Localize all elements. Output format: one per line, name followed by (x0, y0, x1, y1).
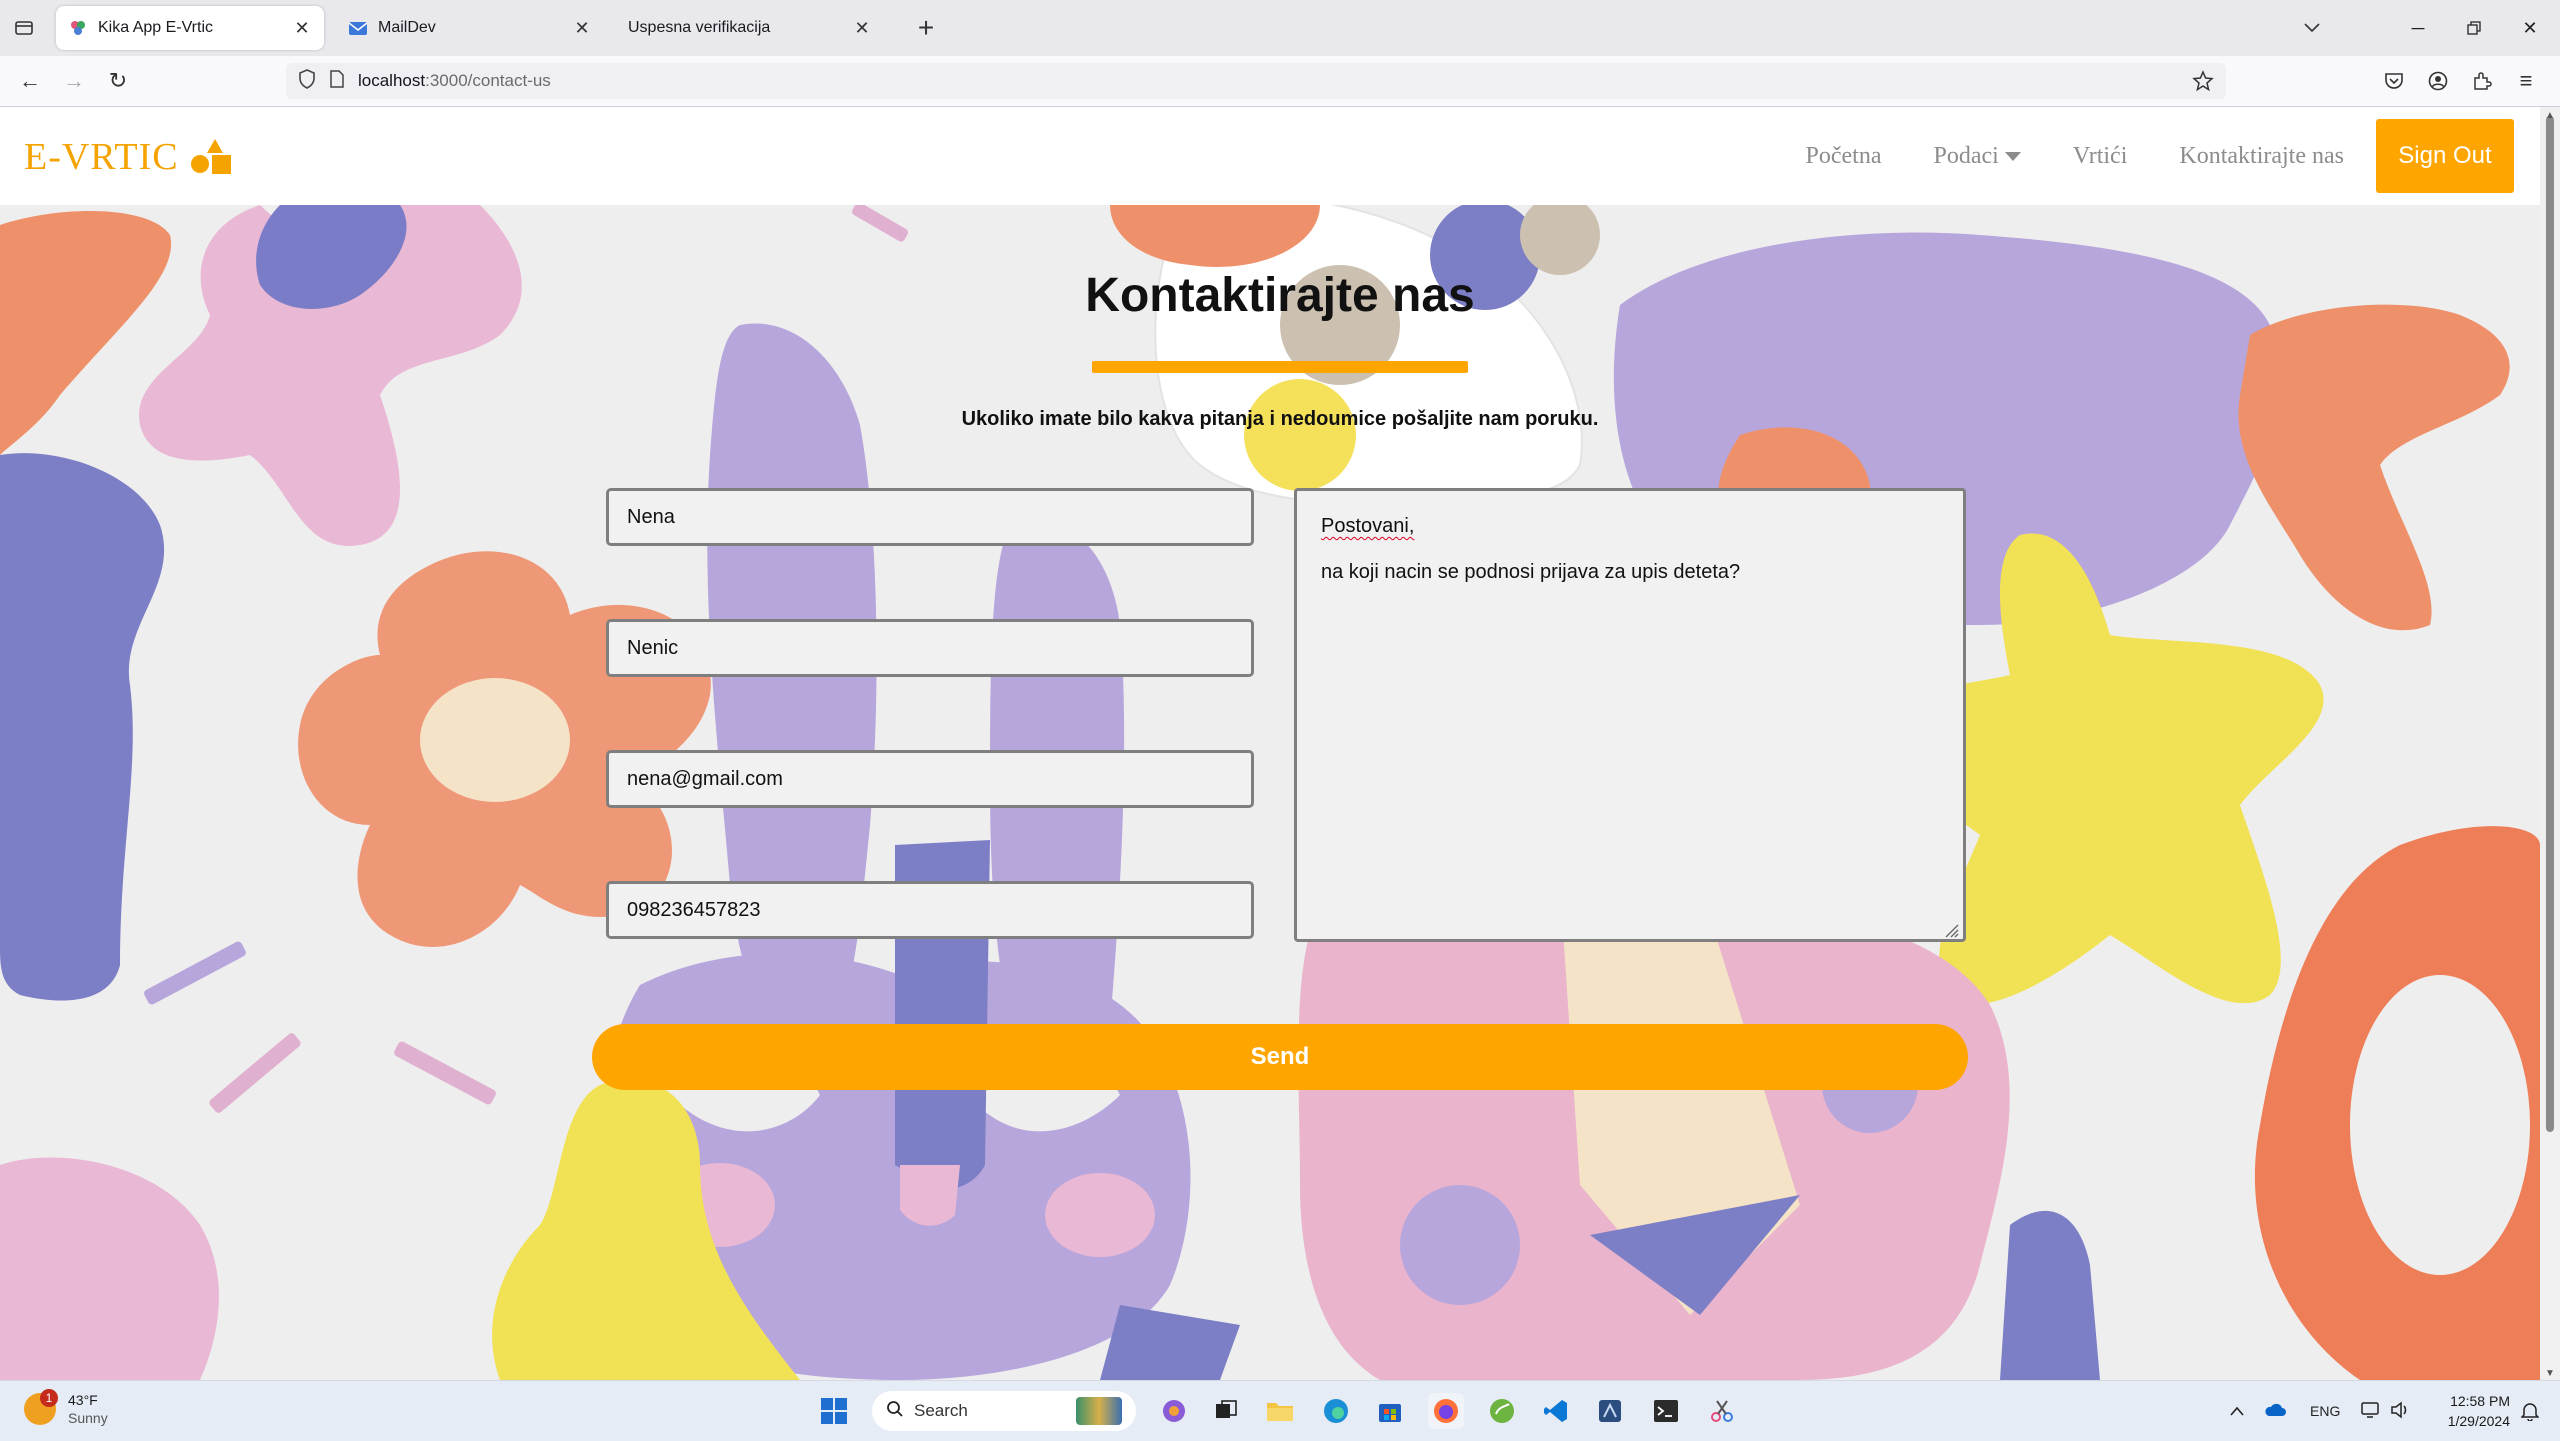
clock-date: 1/29/2024 (2447, 1413, 2510, 1429)
tab-maildev[interactable]: MailDev ✕ (336, 6, 604, 50)
weather-temp: 43°F (68, 1392, 98, 1408)
flower-icon (68, 18, 88, 38)
system-tray: ENG (2230, 1381, 2410, 1441)
scroll-up-icon[interactable]: ▲ (2543, 110, 2557, 121)
windows-start-icon[interactable] (816, 1393, 852, 1429)
restore-icon[interactable] (2454, 10, 2494, 46)
address-bar[interactable]: localhost:3000/contact-us (286, 63, 2226, 99)
close-tab-icon[interactable]: ✕ (852, 18, 872, 38)
title-underline (1092, 361, 1468, 373)
spring-tool-icon[interactable] (1484, 1393, 1520, 1429)
edge-browser-icon[interactable] (1318, 1393, 1354, 1429)
minimize-icon[interactable]: ─ (2398, 10, 2438, 46)
page-subtitle: Ukoliko imate bilo kakva pitanja i nedou… (961, 408, 1599, 430)
taskbar-clock[interactable]: 12:58 PM 1/29/2024 (2430, 1391, 2510, 1431)
tab-overflow-chevron-icon[interactable] (2292, 10, 2332, 46)
firefox-icon[interactable] (1428, 1393, 1464, 1429)
tab-list-icon[interactable] (10, 14, 38, 42)
tab-uspesna-verifikacija[interactable]: Uspesna verifikacija ✕ (616, 6, 884, 50)
scroll-down-icon[interactable]: ▼ (2543, 1368, 2557, 1379)
weather-widget[interactable]: 1 43°F Sunny (24, 1389, 108, 1427)
back-icon[interactable]: ← (16, 67, 44, 95)
language-indicator[interactable]: ENG (2310, 1403, 2340, 1419)
message-line-1: Postovani, (1321, 515, 1415, 537)
site-logo[interactable]: E-VRTIC (24, 135, 233, 179)
nav-home[interactable]: Početna (1806, 143, 1882, 170)
tab-title: MailDev (378, 19, 436, 36)
taskbar-search[interactable]: Search (872, 1391, 1136, 1431)
site-header: E-VRTIC Početna Podaci Vrtići Kontaktira… (0, 107, 2540, 205)
pocket-icon[interactable] (2380, 67, 2408, 95)
forward-icon[interactable]: → (60, 67, 88, 95)
onedrive-icon[interactable] (2264, 1402, 2286, 1421)
search-label: Search (914, 1401, 968, 1420)
first-name-input[interactable]: Nena (606, 488, 1254, 546)
caret-down-icon (2004, 151, 2021, 161)
notification-bell-icon[interactable] (2512, 1393, 2548, 1429)
search-icon (886, 1400, 904, 1423)
new-tab-icon[interactable]: + (910, 12, 942, 44)
network-icon[interactable] (2360, 1401, 2380, 1422)
sql-server-icon[interactable] (1592, 1393, 1628, 1429)
logo-text: E-VRTIC (24, 136, 179, 178)
url-host: localhost (358, 71, 426, 90)
browser-nav-bar: ← → ↻ localhost:3000/contact-us ≡ (0, 56, 2560, 107)
nav-data-label: Podaci (1933, 142, 1999, 169)
snipping-tool-icon[interactable] (1704, 1393, 1740, 1429)
nav-data-dropdown[interactable]: Podaci (1934, 143, 2021, 170)
volume-icon[interactable] (2390, 1400, 2410, 1422)
phone-input[interactable]: 098236457823 (606, 881, 1254, 939)
tab-kika-app[interactable]: Kika App E-Vrtic ✕ (56, 6, 324, 50)
shapes-logo-icon (189, 137, 233, 177)
mail-icon (348, 18, 368, 38)
message-line-2: na koji nacin se podnosi prijava za upis… (1321, 561, 1741, 583)
resize-handle-icon[interactable] (1943, 919, 1959, 938)
tab-title: Kika App E-Vrtic (98, 19, 214, 36)
shield-icon[interactable] (298, 68, 316, 94)
close-window-icon[interactable]: ✕ (2510, 10, 2550, 46)
sign-out-button[interactable]: Sign Out (2376, 119, 2514, 193)
hero-background (0, 205, 2540, 1380)
search-highlight-icon (1076, 1397, 1122, 1425)
file-explorer-icon[interactable] (1262, 1393, 1298, 1429)
tab-title: Uspesna verifikacija (628, 19, 771, 36)
task-view-icon[interactable] (1208, 1393, 1244, 1429)
app-menu-icon[interactable]: ≡ (2512, 67, 2540, 95)
send-button[interactable]: Send (592, 1024, 1968, 1090)
browser-tab-bar: Kika App E-Vrtic ✕ MailDev ✕ Uspesna ver… (0, 0, 2560, 57)
message-textarea[interactable]: Postovani, na koji nacin se podnosi prij… (1294, 488, 1966, 942)
main-menu: Početna Podaci Vrtići Kontaktirajte nas … (1754, 107, 2540, 205)
last-name-input[interactable]: Nenic (606, 619, 1254, 677)
page-title: Kontaktirajte nas (1085, 269, 1475, 322)
account-icon[interactable] (2424, 67, 2452, 95)
chevron-up-icon[interactable] (2230, 1403, 2244, 1419)
vscode-icon[interactable] (1538, 1393, 1574, 1429)
clock-time: 12:58 PM (2450, 1393, 2510, 1409)
paper-shapes-illustration (0, 205, 2540, 1380)
email-input[interactable]: nena@gmail.com (606, 750, 1254, 808)
notification-badge: 1 (40, 1389, 58, 1407)
store-icon[interactable] (1372, 1393, 1408, 1429)
bookmark-star-icon[interactable] (2192, 70, 2214, 97)
terminal-icon[interactable] (1648, 1393, 1684, 1429)
nav-kindergartens[interactable]: Vrtići (2073, 143, 2128, 170)
sun-icon: 1 (24, 1389, 58, 1425)
reload-icon[interactable]: ↻ (104, 67, 132, 95)
windows-taskbar: 1 43°F Sunny Search ENG 12:58 PM 1/29/20… (0, 1380, 2560, 1441)
extensions-icon[interactable] (2468, 67, 2496, 95)
weather-condition: Sunny (68, 1410, 108, 1426)
close-tab-icon[interactable]: ✕ (292, 18, 312, 38)
close-tab-icon[interactable]: ✕ (572, 18, 592, 38)
url-path: :3000/contact-us (425, 71, 551, 90)
copilot-icon[interactable] (1156, 1393, 1192, 1429)
page-icon (330, 69, 344, 93)
nav-contact[interactable]: Kontaktirajte nas (2179, 143, 2344, 170)
